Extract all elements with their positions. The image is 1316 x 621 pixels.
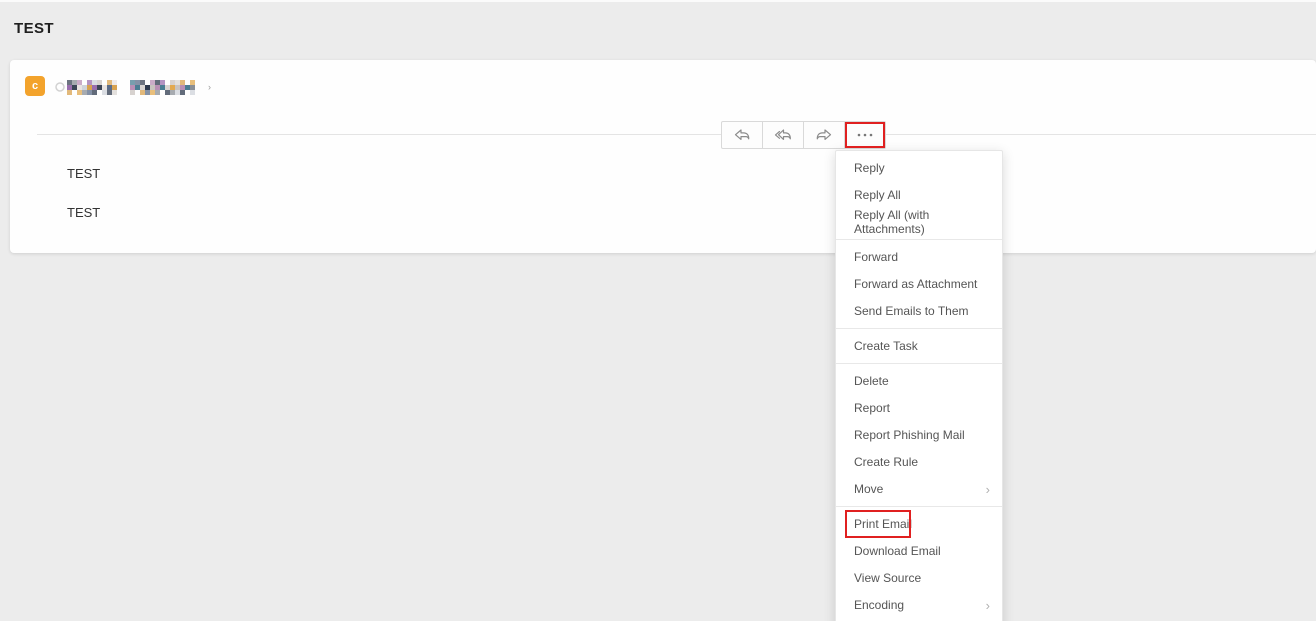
menu-item-view-source[interactable]: View Source bbox=[836, 565, 1002, 592]
menu-item-label: Encoding bbox=[854, 598, 905, 612]
menu-item-report-phishing-mail[interactable]: Report Phishing Mail bbox=[836, 422, 1002, 449]
menu-item-label: Forward bbox=[854, 250, 899, 264]
menu-item-print-email[interactable]: Print Email bbox=[836, 509, 1002, 538]
toolbar-divider bbox=[37, 134, 1316, 135]
menu-item-delete[interactable]: Delete bbox=[836, 368, 1002, 395]
forward-icon bbox=[815, 127, 833, 143]
menu-item-reply-all[interactable]: Reply All bbox=[836, 182, 1002, 209]
page-title: TEST bbox=[14, 20, 54, 37]
submenu-chevron-icon: › bbox=[985, 597, 990, 613]
menu-item-label: Report bbox=[854, 401, 891, 415]
menu-item-label: Reply All (with Attachments) bbox=[854, 208, 930, 236]
redacted-sender-mosaic bbox=[55, 80, 195, 95]
menu-divider bbox=[836, 506, 1002, 507]
reply-button[interactable] bbox=[721, 121, 763, 149]
more-icon bbox=[856, 132, 874, 138]
sender-avatar: c bbox=[25, 76, 45, 96]
reply-all-button[interactable] bbox=[762, 121, 804, 149]
more-actions-menu: Reply Reply All Reply All (with Attachment… bbox=[835, 150, 1003, 621]
menu-item-move[interactable]: Move › bbox=[836, 476, 1002, 503]
menu-item-label: Reply All bbox=[854, 188, 901, 202]
menu-item-label: Move bbox=[854, 482, 884, 496]
menu-item-reply[interactable]: Reply bbox=[836, 155, 1002, 182]
menu-item-label: Forward as Attachment bbox=[854, 277, 978, 291]
menu-item-label: Delete bbox=[854, 374, 889, 388]
reply-all-icon bbox=[773, 127, 793, 143]
sender-row[interactable]: › bbox=[55, 79, 211, 95]
message-action-toolbar bbox=[721, 121, 886, 149]
sender-expand-chevron-icon[interactable]: › bbox=[208, 82, 211, 92]
forward-button[interactable] bbox=[803, 121, 845, 149]
menu-item-label: Download Email bbox=[854, 544, 941, 558]
menu-divider bbox=[836, 363, 1002, 364]
menu-item-forward-as-attachment[interactable]: Forward as Attachment bbox=[836, 271, 1002, 298]
email-body-line: TEST bbox=[67, 205, 101, 220]
menu-item-reply-all-with-attachments[interactable]: Reply All (with Attachments) bbox=[836, 208, 1002, 236]
webmail-page: TEST c › TEST TEST Reply Reply All Reply A… bbox=[0, 0, 1316, 621]
menu-item-label: Create Task bbox=[854, 339, 918, 353]
avatar-letter: c bbox=[31, 80, 39, 92]
menu-item-download-email[interactable]: Download Email bbox=[836, 538, 1002, 565]
menu-item-forward[interactable]: Forward bbox=[836, 244, 1002, 271]
email-body-line: TEST bbox=[67, 166, 101, 181]
menu-item-encoding[interactable]: Encoding › bbox=[836, 592, 1002, 619]
top-strip bbox=[0, 0, 1316, 2]
reply-icon bbox=[733, 127, 751, 143]
menu-item-label: View Source bbox=[854, 571, 922, 585]
email-card: c › TEST TEST bbox=[10, 60, 1316, 253]
menu-item-label: Create Rule bbox=[854, 455, 919, 469]
menu-item-send-emails-to-them[interactable]: Send Emails to Them bbox=[836, 298, 1002, 325]
menu-item-create-rule[interactable]: Create Rule bbox=[836, 449, 1002, 476]
menu-divider bbox=[836, 239, 1002, 240]
menu-item-create-task[interactable]: Create Task bbox=[836, 333, 1002, 360]
menu-divider bbox=[836, 328, 1002, 329]
menu-item-label: Send Emails to Them bbox=[854, 304, 969, 318]
more-button[interactable] bbox=[844, 121, 886, 149]
menu-item-label: Reply bbox=[854, 161, 885, 175]
submenu-chevron-icon: › bbox=[985, 481, 990, 497]
menu-item-label: Print Email bbox=[854, 517, 913, 531]
menu-item-report[interactable]: Report bbox=[836, 395, 1002, 422]
menu-item-label: Report Phishing Mail bbox=[854, 428, 965, 442]
